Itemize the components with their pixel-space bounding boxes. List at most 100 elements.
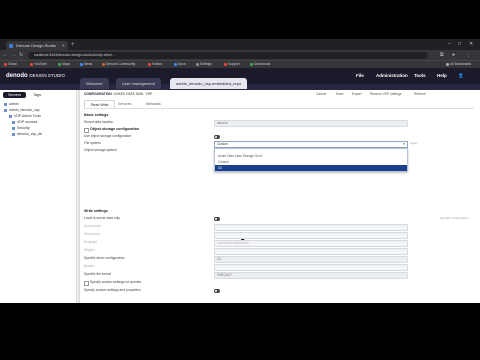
label-file-cache: Specify custom settings for queries	[90, 280, 142, 284]
tree-item[interactable]: VDP Admin Tools	[9, 114, 41, 119]
object-storage-toggle[interactable]	[214, 135, 220, 139]
bookmark[interactable]: Docs	[174, 61, 186, 68]
bookmark[interactable]: Support	[224, 61, 240, 68]
browser-tab[interactable]: Denodo Design Studio ✕	[6, 41, 68, 50]
folder-icon	[9, 114, 12, 118]
label-specific-config: Specific driver configuration	[84, 256, 125, 260]
file-system-dropdown: Azure Data Lake Storage Gen2 Custom S3	[214, 148, 408, 172]
custom-settings-toggle[interactable]	[214, 289, 220, 293]
bookmark[interactable]: News	[80, 61, 92, 68]
new-tab-icon[interactable]: +	[71, 41, 75, 49]
forward-icon[interactable]: →	[11, 51, 16, 59]
export-button[interactable]: Export	[352, 92, 362, 97]
cancel-button[interactable]: Cancel	[316, 92, 326, 97]
back-icon[interactable]: ←	[3, 51, 8, 59]
tab-user-management[interactable]: User management	[116, 78, 161, 89]
local-path-toggle[interactable]	[214, 217, 220, 221]
restore-settings-button[interactable]: Restore VDP settings	[370, 92, 401, 97]
extensions-icon[interactable]: ⧉	[440, 51, 444, 59]
window-close-icon[interactable]: ✕	[469, 40, 473, 48]
tree-item[interactable]: admin	[4, 102, 19, 107]
file-system-select[interactable]: Custom ▾	[214, 141, 408, 148]
label-specify-custom: Specify custom settings and properties	[84, 288, 141, 292]
minimize-icon[interactable]: –	[448, 40, 451, 48]
label-object-storage-system: Object storage system	[84, 148, 117, 152]
denodo-logo: denodo DESIGN STUDIO	[6, 73, 65, 79]
section-basic-settings: Basic settings	[84, 113, 109, 117]
label-endpoint: Endpoint	[84, 240, 98, 244]
refresh-button[interactable]: Refresh	[414, 92, 426, 97]
browser-tabstrip: Denodo Design Studio ✕ + – □ ✕	[0, 39, 480, 50]
checkbox-icon[interactable]	[84, 281, 89, 286]
apply-link[interactable]: Apply	[410, 141, 418, 146]
user-icon[interactable]: 👤	[458, 71, 464, 81]
sidebar: Servers Tags admin admin_denodo_vsp VDP …	[0, 90, 77, 303]
tree-item[interactable]: admin_denodo_vsp	[4, 108, 40, 113]
bookmark[interactable]: Denodo Community	[102, 61, 135, 68]
label-secret-key: Secret key	[84, 232, 100, 236]
database-icon	[12, 132, 15, 136]
folder-icon	[12, 120, 15, 124]
tab-services[interactable]: Services	[112, 100, 137, 108]
endpoint-input[interactable]: /opt/denodo/data/temp	[214, 240, 408, 247]
video-letterbox-bottom	[0, 303, 480, 360]
video-letterbox-top	[0, 0, 480, 39]
label-use-local-path: Local to server data only	[84, 216, 120, 220]
maximize-icon[interactable]: □	[458, 40, 461, 48]
folder-icon	[12, 126, 15, 130]
bookmark[interactable]: Downloads	[250, 61, 270, 68]
url-input[interactable]: localhost:9443/denodo-design-studio/#/vd…	[28, 51, 428, 59]
close-icon[interactable]: ✕	[62, 41, 65, 50]
app-window: Denodo Design Studio ✕ + – □ ✕ ← → ↻ loc…	[0, 39, 480, 303]
tab-embedded-repo[interactable]: admin_denodo_vsp.embedded_repo	[170, 78, 248, 89]
stored-path-input[interactable]: denodo	[214, 120, 408, 127]
bucket-input[interactable]	[214, 264, 408, 271]
bookmark[interactable]: Gmail	[4, 61, 17, 68]
label-bucket: Bucket	[84, 264, 95, 268]
menu-tools[interactable]: Tools	[414, 71, 426, 81]
favicon-icon	[9, 43, 13, 48]
bookmarks-bar: Gmail YouTube Maps News Denodo Community…	[0, 60, 480, 68]
server-icon	[4, 108, 7, 112]
tab-metadata[interactable]: Metadata	[140, 100, 167, 108]
sidebar-tab-servers[interactable]: Servers	[3, 92, 27, 98]
bookmark[interactable]: YouTube	[30, 61, 47, 68]
profile-icon[interactable]: ●	[452, 51, 455, 59]
sidebar-tab-tags[interactable]: Tags	[28, 92, 46, 98]
main-panel: CONFIGURATION LINKED DATA TASK VSP Cance…	[80, 90, 480, 303]
tree-item[interactable]: denodo_vsp_db	[12, 132, 42, 137]
label-stored-path: Stored data location	[84, 120, 114, 124]
access-key-input[interactable]	[214, 224, 408, 231]
label-file-system: File system	[84, 141, 101, 145]
menu-administration[interactable]: Administration	[376, 71, 408, 81]
dropdown-option-selected[interactable]: S3	[215, 165, 407, 171]
secret-key-input[interactable]	[214, 232, 408, 239]
reload-icon[interactable]: ↻	[19, 51, 23, 59]
menu-help[interactable]: Help	[437, 71, 447, 81]
menu-file[interactable]: File	[356, 71, 364, 81]
region-input[interactable]	[214, 248, 408, 255]
breadcrumb: CONFIGURATION LINKED DATA TASK VSP	[84, 92, 153, 96]
bookmark[interactable]: Settings	[196, 61, 212, 68]
bookmark[interactable]: Maps	[58, 61, 70, 68]
side-note: Specific configuration	[440, 216, 469, 220]
folder-icon	[4, 102, 7, 106]
more-menu-icon[interactable]: ⋮	[466, 51, 471, 59]
bookmark[interactable]: Videos	[148, 61, 162, 68]
tree-item[interactable]: VDP sources	[12, 120, 37, 125]
address-bar-row: ← → ↻ localhost:9443/denodo-design-studi…	[0, 50, 480, 60]
specific-config-input[interactable]: S3	[214, 256, 408, 263]
file-format-input[interactable]: PARQUET	[214, 272, 408, 279]
section-object-storage: Object storage configuration	[90, 127, 140, 131]
bookmark[interactable]: All Bookmarks	[446, 61, 471, 68]
tree-item[interactable]: Security	[12, 126, 30, 131]
label-use-object-storage: Use object storage configuration	[84, 134, 132, 138]
label-specific-file-format: Specific file format	[84, 272, 111, 276]
checkbox-icon[interactable]	[84, 128, 89, 133]
browser-tab-title: Denodo Design Studio	[16, 43, 57, 48]
tab-welcome[interactable]: Welcome	[80, 78, 109, 89]
chevron-down-icon: ▾	[403, 142, 405, 146]
save-button[interactable]: Save	[336, 92, 344, 97]
section-write-settings: Write settings	[84, 209, 108, 213]
label-access-key: Access key	[84, 224, 101, 228]
